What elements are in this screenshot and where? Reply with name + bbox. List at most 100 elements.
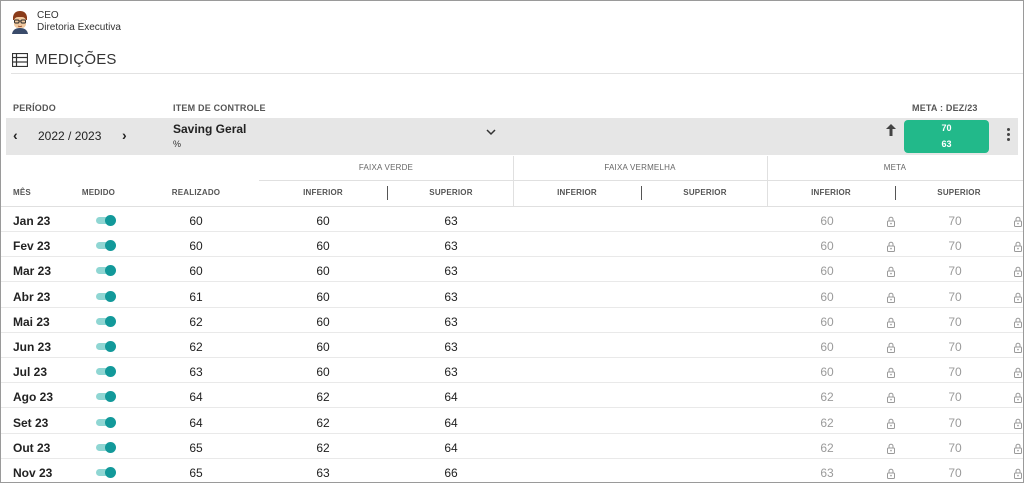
- medido-toggle[interactable]: [96, 290, 116, 302]
- lock-icon: [1013, 365, 1023, 379]
- meta-superior-cell: 70: [948, 314, 962, 329]
- month-cell: Abr 23: [13, 289, 51, 304]
- realizado-cell[interactable]: 65: [176, 441, 216, 455]
- col-divider: [895, 186, 896, 200]
- table-row: Mar 23 60 60 63 60 70: [1, 257, 1023, 283]
- verde-inferior-cell[interactable]: 63: [303, 466, 343, 480]
- meta-bottom-value: 63: [941, 139, 952, 149]
- more-options-icon[interactable]: [1005, 128, 1011, 144]
- realizado-cell[interactable]: 62: [176, 315, 216, 329]
- table-row: Fev 23 60 60 63 60 70: [1, 232, 1023, 258]
- lock-icon: [886, 214, 896, 227]
- verde-inferior-cell[interactable]: 62: [303, 390, 343, 404]
- realizado-cell[interactable]: 60: [176, 264, 216, 278]
- verde-inferior-cell[interactable]: 62: [303, 416, 343, 430]
- meta-superior-cell: 70: [948, 340, 962, 354]
- medido-toggle[interactable]: [96, 467, 116, 478]
- meta-inferior-cell: 63: [820, 466, 834, 480]
- col-divider: [641, 186, 642, 200]
- verde-inferior-cell[interactable]: 60: [303, 214, 343, 228]
- medido-toggle[interactable]: [96, 391, 116, 403]
- month-cell: Mar 23: [13, 264, 52, 279]
- title-divider: [11, 73, 1023, 74]
- meta-superior-cell: 70: [948, 214, 962, 228]
- verde-superior-cell[interactable]: 66: [431, 466, 471, 480]
- realizado-cell[interactable]: 65: [176, 466, 216, 480]
- col-mes: MÊS: [13, 188, 31, 197]
- verde-superior-cell[interactable]: 63: [431, 315, 471, 329]
- lock-icon: [886, 264, 896, 278]
- realizado-cell[interactable]: 60: [176, 239, 216, 253]
- col-meta-inferior: INFERIOR: [811, 188, 851, 197]
- month-cell: Jan 23: [13, 214, 51, 228]
- lock-icon: [886, 340, 896, 353]
- verde-inferior-cell[interactable]: 62: [303, 441, 343, 455]
- realizado-cell[interactable]: 64: [176, 416, 216, 430]
- group-faixa-verde: FAIXA VERDE: [358, 163, 414, 172]
- meta-inferior-cell: 60: [820, 365, 834, 380]
- verde-inferior-cell[interactable]: 60: [303, 290, 343, 304]
- lock-icon: [1013, 340, 1023, 353]
- chevron-right-icon[interactable]: ›: [122, 127, 127, 143]
- medido-toggle[interactable]: [96, 441, 116, 453]
- verde-inferior-cell[interactable]: 60: [303, 340, 343, 354]
- meta-top-value: 70: [941, 123, 952, 133]
- table-row: Set 23 64 62 64 62 70: [1, 409, 1023, 434]
- table-list-icon: [12, 52, 28, 67]
- realizado-cell[interactable]: 60: [176, 214, 216, 228]
- lock-icon: [886, 466, 896, 479]
- medido-toggle[interactable]: [96, 240, 116, 252]
- realizado-cell[interactable]: 64: [176, 390, 216, 404]
- table-row: Jan 23 60 60 63 60 70: [1, 207, 1023, 232]
- meta-superior-cell: 70: [948, 239, 962, 254]
- control-item-name[interactable]: Saving Geral: [173, 122, 246, 136]
- lock-icon: [886, 365, 896, 379]
- verde-inferior-cell[interactable]: 60: [303, 315, 343, 329]
- lock-icon: [1013, 239, 1023, 253]
- medido-toggle[interactable]: [96, 366, 116, 378]
- verde-superior-cell[interactable]: 63: [431, 340, 471, 354]
- verde-superior-cell[interactable]: 64: [431, 416, 471, 430]
- chevron-left-icon[interactable]: ‹: [13, 127, 18, 143]
- table-row: Nov 23 65 63 66 63 70: [1, 459, 1023, 482]
- lock-icon: [886, 239, 896, 253]
- meta-inferior-cell: 60: [820, 239, 834, 254]
- table-row: Jun 23 62 60 63 60 70: [1, 333, 1023, 358]
- meta-inferior-cell: 62: [820, 390, 834, 405]
- verde-superior-cell[interactable]: 63: [431, 214, 471, 228]
- group-underline: [259, 180, 1023, 181]
- group-faixa-vermelha: FAIXA VERMELHA: [604, 163, 676, 172]
- medido-toggle[interactable]: [96, 215, 116, 226]
- realizado-cell[interactable]: 63: [176, 365, 216, 379]
- lock-icon: [1013, 390, 1023, 404]
- verde-superior-cell[interactable]: 63: [431, 239, 471, 253]
- meta-superior-cell: 70: [948, 440, 962, 455]
- meta-inferior-cell: 62: [820, 440, 834, 455]
- verde-superior-cell[interactable]: 63: [431, 365, 471, 379]
- medido-toggle[interactable]: [96, 265, 116, 277]
- table-row: Out 23 65 62 64 62 70: [1, 434, 1023, 459]
- realizado-cell[interactable]: 61: [176, 290, 216, 304]
- verde-inferior-cell[interactable]: 60: [303, 365, 343, 379]
- medido-toggle[interactable]: [96, 416, 116, 428]
- month-cell: Nov 23: [13, 466, 53, 480]
- verde-superior-cell[interactable]: 64: [431, 441, 471, 455]
- month-cell: Out 23: [13, 440, 51, 455]
- user-department: Diretoria Executiva: [37, 22, 121, 33]
- chevron-down-icon[interactable]: [486, 128, 496, 136]
- period-label: PERÍODO: [13, 103, 56, 113]
- month-cell: Jun 23: [13, 340, 52, 354]
- verde-superior-cell[interactable]: 63: [431, 290, 471, 304]
- meta-superior-cell: 70: [948, 390, 962, 405]
- verde-superior-cell[interactable]: 63: [431, 264, 471, 278]
- month-cell: Fev 23: [13, 239, 51, 254]
- verde-superior-cell[interactable]: 64: [431, 390, 471, 404]
- avatar-icon: [12, 11, 28, 34]
- realizado-cell[interactable]: 62: [176, 340, 216, 354]
- medido-toggle[interactable]: [96, 315, 116, 327]
- medido-toggle[interactable]: [96, 341, 116, 352]
- meta-inferior-cell: 60: [820, 264, 834, 279]
- verde-inferior-cell[interactable]: 60: [303, 239, 343, 253]
- meta-inferior-cell: 60: [820, 214, 834, 228]
- verde-inferior-cell[interactable]: 60: [303, 264, 343, 278]
